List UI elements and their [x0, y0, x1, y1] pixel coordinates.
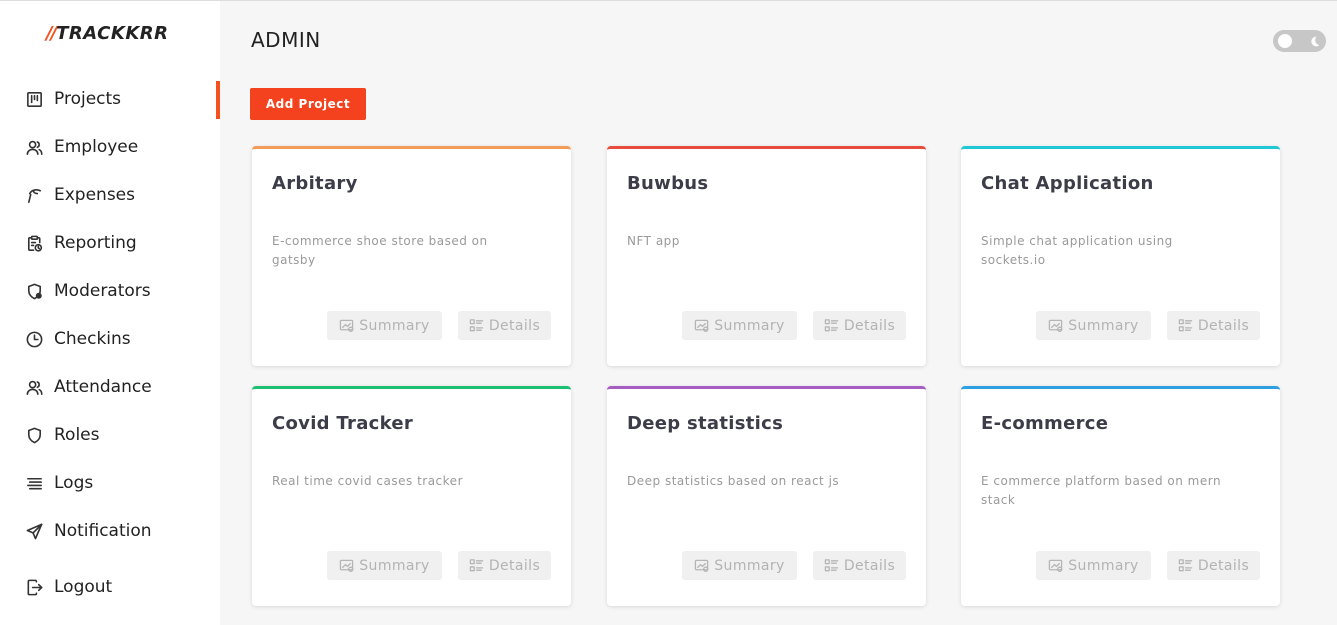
project-title: Buwbus: [627, 173, 709, 194]
summary-icon: [1048, 558, 1064, 574]
project-description: Deep statistics based on react js: [627, 474, 840, 488]
summary-label: Summary: [1068, 557, 1139, 574]
details-label: Details: [488, 317, 541, 334]
sidebar-item-attendance[interactable]: Attendance: [0, 363, 220, 411]
lines-icon: [24, 473, 44, 493]
summary-icon: [694, 318, 710, 334]
sidebar: // TRACKKRR Projects Employee Expenses R…: [0, 1, 220, 625]
shield-user-icon: [24, 281, 44, 301]
logo-mark: //: [46, 23, 57, 44]
add-project-button[interactable]: Add Project: [250, 88, 366, 120]
project-title: Covid Tracker: [272, 413, 414, 434]
summary-icon: [1048, 318, 1064, 334]
details-list-icon: [824, 558, 840, 574]
app-logo[interactable]: // TRACKKRR: [46, 23, 169, 44]
logo-text: TRACKKRR: [56, 23, 169, 44]
summary-button[interactable]: Summary: [327, 551, 442, 580]
details-label: Details: [1197, 317, 1250, 334]
summary-icon: [339, 318, 355, 334]
details-label: Details: [843, 317, 896, 334]
sidebar-item-employee[interactable]: Employee: [0, 123, 220, 171]
users-icon: [24, 137, 44, 157]
sidebar-item-notification[interactable]: Notification: [0, 507, 220, 555]
sidebar-item-label: Reporting: [54, 233, 137, 253]
theme-toggle[interactable]: [1273, 30, 1326, 52]
project-card-5[interactable]: E-commerce E commerce platform based on …: [961, 386, 1280, 606]
details-button[interactable]: Details: [1167, 311, 1260, 340]
project-title: Deep statistics: [627, 413, 784, 434]
sidebar-item-label: Moderators: [54, 281, 151, 301]
project-title: E-commerce: [981, 413, 1109, 434]
project-description: E-commerce shoe store based on gatsby: [272, 234, 488, 267]
sidebar-item-projects[interactable]: Projects: [0, 75, 220, 123]
sidebar-item-label: Logout: [54, 577, 113, 597]
summary-label: Summary: [1068, 317, 1139, 334]
summary-label: Summary: [359, 557, 430, 574]
summary-button[interactable]: Summary: [682, 311, 797, 340]
sidebar-item-label: Notification: [54, 521, 152, 541]
sidebar-item-label: Projects: [54, 89, 122, 109]
clipboard-clock-icon: [24, 233, 44, 253]
summary-label: Summary: [359, 317, 430, 334]
toggle-knob: [1278, 34, 1292, 48]
project-description: E commerce platform based on mern stack: [981, 474, 1222, 507]
summary-icon: [339, 558, 355, 574]
moon-icon: [1307, 34, 1321, 48]
details-button[interactable]: Details: [813, 551, 906, 580]
project-title: Arbitary: [272, 173, 358, 194]
details-button[interactable]: Details: [1167, 551, 1260, 580]
clock-icon: [24, 329, 44, 349]
logout-icon: [24, 577, 44, 597]
summary-label: Summary: [714, 317, 785, 334]
details-label: Details: [488, 557, 541, 574]
project-description: NFT app: [627, 234, 680, 248]
details-list-icon: [469, 318, 485, 334]
sidebar-item-logs[interactable]: Logs: [0, 459, 220, 507]
project-card-4[interactable]: Deep statistics Deep statistics based on…: [607, 386, 926, 606]
sidebar-item-label: Logs: [54, 473, 94, 493]
sidebar-item-roles[interactable]: Roles: [0, 411, 220, 459]
shield-icon: [24, 425, 44, 445]
details-button[interactable]: Details: [813, 311, 906, 340]
details-button[interactable]: Details: [458, 311, 551, 340]
page-title: ADMIN: [251, 28, 321, 52]
send-icon: [24, 521, 44, 541]
project-title: Chat Application: [981, 173, 1154, 194]
sidebar-item-label: Expenses: [54, 185, 135, 205]
sidebar-item-label: Employee: [54, 137, 139, 157]
project-card-3[interactable]: Covid Tracker Real time covid cases trac…: [252, 386, 571, 606]
kanban-board-icon: [24, 89, 44, 109]
summary-button[interactable]: Summary: [682, 551, 797, 580]
sidebar-item-label: Attendance: [54, 377, 152, 397]
details-list-icon: [1178, 558, 1194, 574]
summary-label: Summary: [714, 557, 785, 574]
users-icon: [24, 377, 44, 397]
sidebar-item-logout[interactable]: Logout: [0, 563, 220, 611]
money-hand-icon: [24, 185, 44, 205]
summary-button[interactable]: Summary: [327, 311, 442, 340]
sidebar-item-reporting[interactable]: Reporting: [0, 219, 220, 267]
summary-icon: [694, 558, 710, 574]
project-card-2[interactable]: Chat Application Simple chat application…: [961, 146, 1280, 366]
project-card-1[interactable]: Buwbus NFT app Summary Details: [607, 146, 926, 366]
summary-button[interactable]: Summary: [1036, 551, 1151, 580]
details-button[interactable]: Details: [458, 551, 551, 580]
summary-button[interactable]: Summary: [1036, 311, 1151, 340]
project-card-0[interactable]: Arbitary E-commerce shoe store based on …: [252, 146, 571, 366]
details-list-icon: [469, 558, 485, 574]
project-description: Simple chat application using sockets.io: [981, 234, 1173, 267]
sidebar-item-expenses[interactable]: Expenses: [0, 171, 220, 219]
sidebar-item-checkins[interactable]: Checkins: [0, 315, 220, 363]
sidebar-item-label: Roles: [54, 425, 100, 445]
sidebar-item-label: Checkins: [54, 329, 131, 349]
project-description: Real time covid cases tracker: [272, 474, 463, 488]
details-label: Details: [1197, 557, 1250, 574]
details-list-icon: [824, 318, 840, 334]
sidebar-item-moderators[interactable]: Moderators: [0, 267, 220, 315]
details-label: Details: [843, 557, 896, 574]
details-list-icon: [1178, 318, 1194, 334]
